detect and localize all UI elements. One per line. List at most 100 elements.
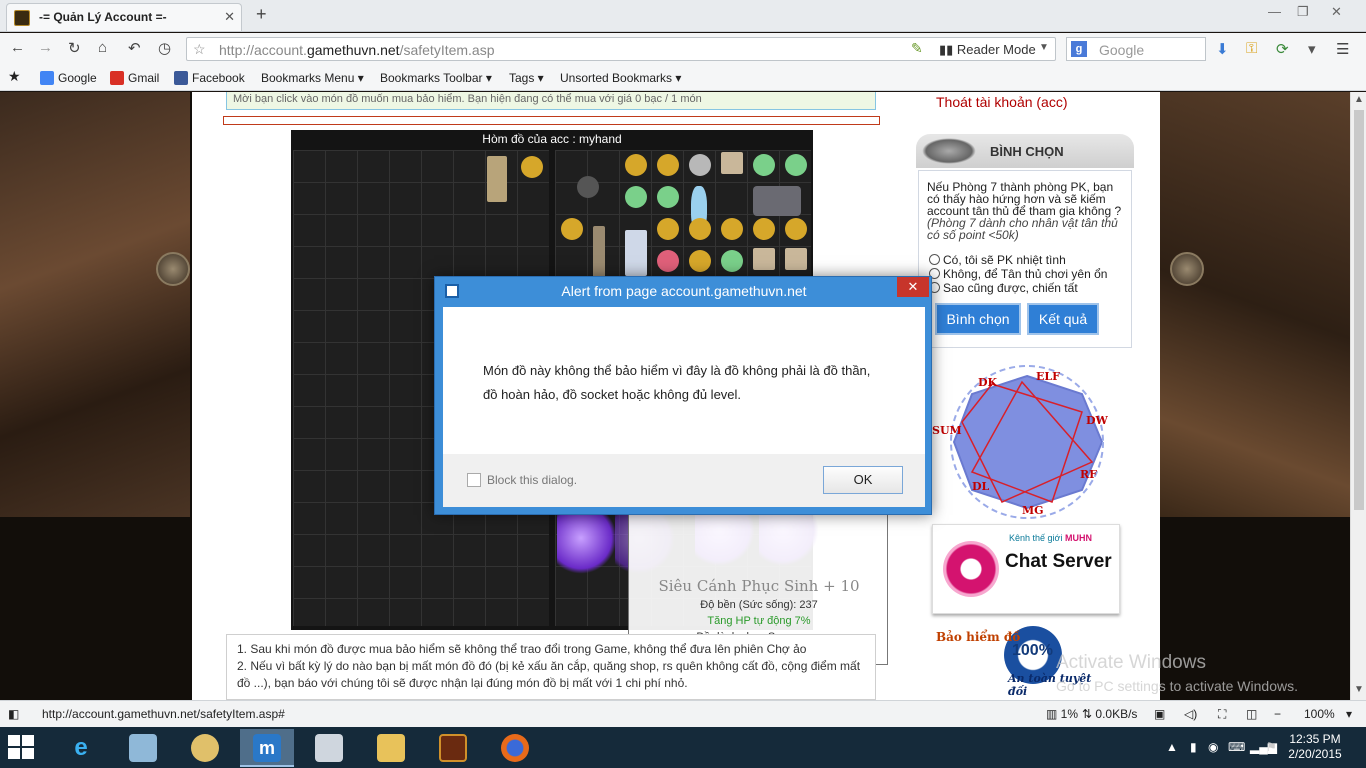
zoom-dropdown-icon[interactable]: ▾: [1346, 707, 1352, 721]
inventory-item[interactable]: [593, 226, 605, 278]
tray-battery-icon[interactable]: ▮: [1190, 740, 1197, 754]
taskbar-internet-explorer[interactable]: e: [54, 729, 108, 767]
block-dialog-label[interactable]: Block this dialog.: [487, 473, 577, 487]
inventory-item[interactable]: [785, 154, 807, 176]
bookmark-gmail[interactable]: Gmail: [110, 71, 159, 85]
inventory-item[interactable]: [657, 154, 679, 176]
inventory-item[interactable]: [753, 248, 775, 270]
bookmarks-toolbar-menu[interactable]: Bookmarks Toolbar ▾: [380, 71, 492, 85]
inventory-item[interactable]: [689, 154, 711, 176]
reload-icon[interactable]: ↻: [68, 39, 81, 57]
history-clock-icon[interactable]: ◷: [158, 39, 171, 57]
chat-server-banner[interactable]: Kênh thế giới MUHN Chat Server: [932, 524, 1120, 614]
volume-icon[interactable]: ◁): [1184, 707, 1197, 721]
search-input[interactable]: Google: [1099, 42, 1144, 58]
tray-flag-icon[interactable]: ⚑: [1266, 740, 1277, 754]
scroll-down-icon[interactable]: ▼: [1354, 684, 1364, 695]
tray-keyboard-icon[interactable]: ⌨: [1228, 740, 1245, 754]
logout-link[interactable]: Thoát tài khoản (acc): [936, 94, 1068, 110]
page-scrollbar[interactable]: ▲ ▼: [1350, 92, 1366, 700]
taskbar-paint[interactable]: [178, 729, 232, 767]
inventory-item[interactable]: [561, 218, 583, 240]
paint-icon: [191, 734, 219, 762]
inventory-item[interactable]: [657, 218, 679, 240]
inventory-item[interactable]: [689, 218, 711, 240]
fullscreen-icon[interactable]: ⛶: [1218, 707, 1226, 722]
sync-icon[interactable]: ⟳: [1276, 40, 1289, 58]
radio-icon[interactable]: [929, 254, 940, 265]
inventory-item[interactable]: [721, 250, 743, 272]
address-bar[interactable]: ☆ http://account.gamethuvn.net/safetyIte…: [186, 37, 1056, 61]
bookmarks-menu[interactable]: Bookmarks Menu ▾: [261, 71, 364, 85]
menu-dropdown-icon[interactable]: ▾: [1308, 40, 1316, 58]
inventory-item[interactable]: [577, 176, 599, 198]
vote-option-2[interactable]: Không, để Tân thủ chơi yên ổn: [929, 267, 1107, 281]
firefox-icon: [501, 734, 529, 762]
windows-start-icon[interactable]: [8, 735, 36, 761]
wing-item[interactable]: [557, 514, 617, 574]
home-icon[interactable]: ⌂: [98, 39, 107, 56]
inventory-item[interactable]: [657, 186, 679, 208]
vote-button[interactable]: Bình chọn: [935, 303, 1021, 335]
inventory-item[interactable]: [625, 186, 647, 208]
split-view-icon[interactable]: ◫: [1246, 707, 1257, 721]
block-dialog-checkbox[interactable]: [467, 473, 481, 487]
zoom-level[interactable]: 100%: [1304, 707, 1335, 721]
minimize-button[interactable]: —: [1268, 4, 1281, 19]
undo-icon[interactable]: ↶: [128, 39, 141, 57]
results-button[interactable]: Kết quả: [1027, 303, 1099, 335]
inventory-item[interactable]: [785, 248, 807, 270]
unsorted-bookmarks-menu[interactable]: Unsorted Bookmarks ▾: [560, 71, 681, 85]
tab-close-icon[interactable]: ✕: [224, 9, 235, 25]
forward-arrow-icon[interactable]: →: [38, 39, 53, 56]
inventory-item[interactable]: [753, 218, 775, 240]
taskbar-firefox[interactable]: [488, 729, 542, 767]
restore-button[interactable]: ❐: [1297, 4, 1309, 20]
bookmark-google[interactable]: Google: [40, 71, 97, 85]
class-label-dk: DK: [978, 376, 998, 389]
inventory-item[interactable]: [521, 156, 543, 178]
taskbar-maxthon[interactable]: m: [240, 729, 294, 767]
taskbar-clock[interactable]: 12:35 PM 2/20/2015: [1282, 732, 1348, 762]
taskbar-game[interactable]: [426, 729, 480, 767]
screenshot-icon[interactable]: ▣: [1154, 707, 1165, 721]
window-close-button[interactable]: ✕: [1331, 4, 1342, 20]
browser-tab[interactable]: -= Quản Lý Account =- ✕: [6, 3, 242, 31]
tags-menu[interactable]: Tags ▾: [509, 71, 544, 85]
inventory-item[interactable]: [721, 218, 743, 240]
inventory-item[interactable]: [657, 250, 679, 272]
ok-button[interactable]: OK: [823, 466, 903, 494]
search-box[interactable]: g Google: [1066, 37, 1206, 61]
inventory-item[interactable]: [625, 154, 647, 176]
sidebar-toggle-icon[interactable]: ◧: [8, 707, 19, 721]
inventory-item[interactable]: [753, 186, 801, 216]
inventory-item[interactable]: [785, 218, 807, 240]
address-dropdown-icon[interactable]: ▼: [1039, 42, 1049, 53]
scroll-up-icon[interactable]: ▲: [1354, 94, 1364, 105]
dialog-close-button[interactable]: ✕: [897, 277, 929, 297]
taskbar-calculator[interactable]: [302, 729, 356, 767]
bookmarks-star-icon[interactable]: ★: [8, 68, 21, 85]
tray-expand-icon[interactable]: ▲: [1166, 740, 1178, 754]
zoom-out-icon[interactable]: −: [1274, 707, 1281, 721]
back-arrow-icon[interactable]: ←: [10, 39, 25, 56]
plugin-icon[interactable]: ✎: [911, 40, 923, 57]
download-icon[interactable]: ⬇: [1216, 40, 1229, 58]
inventory-item[interactable]: [689, 250, 711, 272]
reader-mode-button[interactable]: ▮▮ Reader Mode: [939, 42, 1036, 58]
scroll-thumb[interactable]: [1354, 110, 1364, 510]
key-icon[interactable]: ⚿: [1246, 40, 1257, 57]
inventory-item[interactable]: [753, 154, 775, 176]
taskbar-file-explorer[interactable]: [364, 729, 418, 767]
new-tab-button[interactable]: +: [256, 4, 267, 25]
inventory-item[interactable]: [721, 152, 743, 174]
tray-app-icon[interactable]: ◉: [1208, 740, 1218, 754]
vote-option-1[interactable]: Có, tôi sẽ PK nhiệt tình: [929, 253, 1066, 267]
vote-option-3[interactable]: Sao cũng được, chiến tất: [929, 281, 1078, 295]
taskbar-notes[interactable]: [116, 729, 170, 767]
inventory-item[interactable]: [625, 230, 647, 276]
bookmark-star-icon[interactable]: ☆: [193, 41, 206, 58]
inventory-item[interactable]: [487, 156, 507, 202]
bookmark-facebook[interactable]: Facebook: [174, 71, 245, 85]
hamburger-menu-icon[interactable]: ☰: [1336, 40, 1349, 58]
